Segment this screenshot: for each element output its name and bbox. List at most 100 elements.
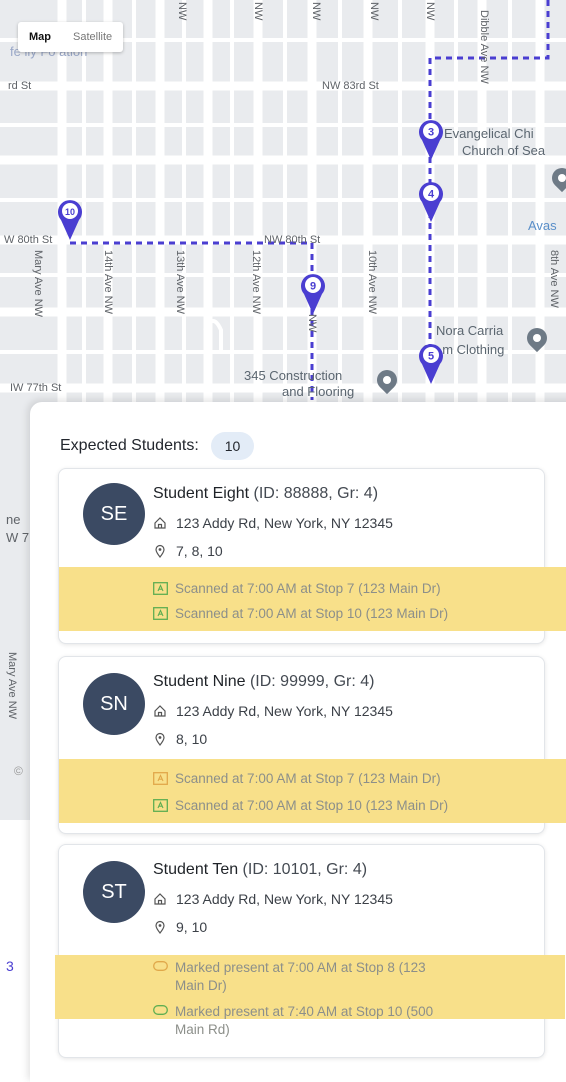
expected-students-panel: Expected Students: 10 SE Student Eight (… (30, 402, 566, 1082)
address-line: 123 Addy Rd, New York, NY 12345 (153, 515, 393, 531)
stop-marker-4[interactable]: 4 (418, 180, 444, 222)
left-edge-text: 3 (6, 958, 14, 974)
stops-text: 7, 8, 10 (176, 543, 223, 559)
present-event-text: Marked present at 7:00 AM at Stop 8 (123… (175, 959, 426, 995)
student-card[interactable]: SN Student Nine (ID: 99999, Gr: 4) 123 A… (58, 656, 566, 834)
badge-scan-icon (153, 607, 168, 620)
student-card[interactable]: ST Student Ten (ID: 10101, Gr: 4) 123 Ad… (55, 844, 565, 1058)
student-name: Student Nine (ID: 99999, Gr: 4) (153, 673, 374, 691)
address-text: 123 Addy Rd, New York, NY 12345 (176, 703, 393, 719)
student-meta: (ID: 99999, Gr: 4) (245, 673, 375, 690)
street-label: Mary Ave NW (32, 250, 44, 318)
svg-text:5: 5 (428, 351, 434, 363)
street-label: W 80th St (4, 234, 53, 246)
present-event-line: Main Rd) (175, 1022, 230, 1037)
street-label: rd St (8, 80, 32, 92)
student-meta: (ID: 10101, Gr: 4) (238, 861, 368, 878)
poi-label: Nora Carria (436, 323, 504, 338)
student-name-text: Student Eight (153, 485, 250, 502)
left-map-edge: ne W 7 Mary Ave NW (0, 420, 30, 750)
stops-text: 8, 10 (176, 731, 208, 747)
present-event-line: Main Dr) (175, 978, 227, 993)
location-pin-icon (155, 544, 165, 558)
poi-label: 345 Construction (244, 368, 343, 383)
location-pin-icon (155, 920, 165, 934)
stops-line: 9, 10 (153, 919, 207, 935)
present-event-line: Marked present at 7:40 AM at Stop 10 (50… (175, 1004, 434, 1019)
street-label: Dibble Ave NW (478, 10, 490, 84)
svg-text:4: 4 (428, 189, 435, 201)
street-label: NW (306, 314, 318, 333)
avatar: ST (83, 861, 145, 923)
svg-text:10: 10 (65, 207, 75, 217)
scan-event: Scanned at 7:00 AM at Stop 10 (123 Main … (153, 605, 448, 623)
student-name: Student Eight (ID: 88888, Gr: 4) (153, 485, 378, 503)
map-copyright-icon: © (14, 764, 23, 778)
pill-present-icon (153, 1005, 168, 1015)
panel-header: Expected Students: 10 (60, 432, 255, 460)
stop-marker-9[interactable]: 9 (300, 272, 326, 314)
satellite-view-button[interactable]: Satellite (62, 22, 123, 52)
location-pin-icon (155, 732, 165, 746)
student-name-text: Student Ten (153, 861, 239, 878)
stops-line: 7, 8, 10 (153, 543, 223, 559)
panel-title: Expected Students: (60, 437, 199, 454)
pill-present-icon (153, 961, 168, 971)
scan-event-text: Scanned at 7:00 AM at Stop 7 (123 Main D… (175, 581, 441, 596)
scan-event-text: Scanned at 7:00 AM at Stop 7 (123 Main D… (175, 771, 441, 786)
present-event-text: Marked present at 7:40 AM at Stop 10 (50… (175, 1003, 433, 1039)
student-name-text: Student Nine (153, 673, 246, 690)
present-event: Marked present at 7:00 AM at Stop 8 (123… (153, 959, 426, 995)
student-name: Student Ten (ID: 10101, Gr: 4) (153, 861, 367, 879)
scan-event-text: Scanned at 7:00 AM at Stop 10 (123 Main … (175, 606, 449, 621)
poi-label: and Flooring (282, 384, 355, 399)
street-label: 12th Ave NW (250, 250, 262, 314)
badge-scan-icon (153, 772, 168, 785)
street-label: NW 80th St (264, 234, 321, 246)
present-event: Marked present at 7:40 AM at Stop 10 (50… (153, 1003, 433, 1039)
stops-text: 9, 10 (176, 919, 208, 935)
poi-label: Avas (528, 218, 557, 233)
street-label: 10th Ave NW (366, 250, 378, 314)
street-label: NW 83rd St (322, 80, 379, 92)
street-label: 8th Ave NW (548, 250, 560, 308)
home-icon (154, 705, 166, 717)
poi-label: Church of Sea (462, 143, 546, 158)
svg-text:9: 9 (310, 281, 316, 293)
avatar: SN (83, 673, 145, 735)
stop-marker-5[interactable]: 5 (418, 342, 444, 384)
map-view-button[interactable]: Map (18, 22, 62, 52)
scan-event: Scanned at 7:00 AM at Stop 7 (123 Main D… (153, 770, 441, 788)
street-label: NW (424, 2, 436, 21)
poi-label: Evangelical Chi (444, 126, 534, 141)
svg-text:3: 3 (428, 127, 434, 139)
home-icon (154, 893, 166, 905)
street-label: W 7 (6, 530, 30, 545)
stops-line: 8, 10 (153, 731, 207, 747)
scan-event: Scanned at 7:00 AM at Stop 10 (123 Main … (153, 797, 448, 815)
student-count-badge: 10 (210, 432, 255, 460)
address-text: 123 Addy Rd, New York, NY 12345 (176, 891, 393, 907)
stop-marker-3[interactable]: 3 (418, 118, 444, 160)
street-label: 13th Ave NW (174, 250, 186, 314)
street-label: NW (176, 2, 188, 21)
stop-marker-10[interactable]: 10 (57, 198, 83, 240)
street-label: 14th Ave NW (102, 250, 114, 314)
address-text: 123 Addy Rd, New York, NY 12345 (176, 515, 393, 531)
present-event-line: Marked present at 7:00 AM at Stop 8 (123 (175, 960, 426, 975)
street-label: NW (310, 2, 322, 21)
badge-scan-icon (153, 799, 168, 812)
badge-scan-icon (153, 582, 168, 595)
street-label: NW (368, 2, 380, 21)
map-type-toggle: Map Satellite (18, 22, 124, 52)
street-label: ne (6, 512, 21, 527)
street-label: IW 77th St (10, 382, 62, 394)
scan-event: Scanned at 7:00 AM at Stop 7 (123 Main D… (153, 580, 441, 598)
student-meta: (ID: 88888, Gr: 4) (249, 485, 379, 502)
street-label: NW (252, 2, 264, 21)
home-icon (154, 517, 166, 529)
avatar: SE (83, 483, 145, 545)
student-card[interactable]: SE Student Eight (ID: 88888, Gr: 4) 123 … (58, 468, 566, 644)
street-label: Mary Ave NW (6, 652, 18, 720)
scan-event-text: Scanned at 7:00 AM at Stop 10 (123 Main … (175, 798, 449, 813)
